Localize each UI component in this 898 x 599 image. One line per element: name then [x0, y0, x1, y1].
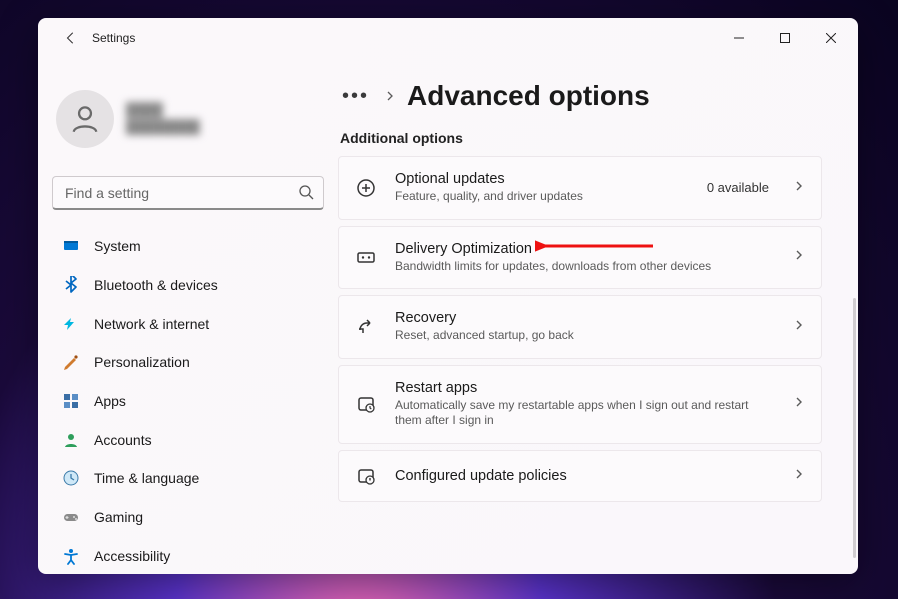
sidebar-item-accessibility[interactable]: Accessibility: [52, 537, 324, 574]
card-text: Restart apps Automatically save my resta…: [395, 380, 775, 429]
minimize-icon: [734, 33, 744, 43]
sidebar-item-time-language[interactable]: Time & language: [52, 460, 324, 497]
sidebar-item-bluetooth-devices[interactable]: Bluetooth & devices: [52, 267, 324, 304]
wifi-icon: [62, 315, 80, 333]
sidebar-item-label: System: [94, 238, 141, 254]
card-configured-update-policies[interactable]: Configured update policies: [338, 450, 822, 502]
back-button[interactable]: [56, 23, 86, 53]
chevron-right-icon: [385, 91, 395, 101]
maximize-icon: [780, 33, 790, 43]
apps-icon: [62, 392, 80, 410]
chevron-right-icon: [793, 179, 805, 197]
pluscircle-icon: [355, 177, 377, 199]
sidebar: ████ ████████ System Bluetooth & devices N…: [38, 58, 338, 574]
card-text: Recovery Reset, advanced startup, go bac…: [395, 310, 775, 344]
brush-icon: [62, 353, 80, 371]
profile-block[interactable]: ████ ████████: [52, 80, 324, 166]
search-wrap: [52, 176, 324, 210]
nav-list: System Bluetooth & devices Network & inter…: [52, 228, 324, 574]
restart-icon: [355, 393, 377, 415]
close-button[interactable]: [808, 23, 854, 53]
card-right-text: 0 available: [707, 180, 769, 195]
sidebar-item-system[interactable]: System: [52, 228, 324, 265]
sidebar-item-label: Accessibility: [94, 548, 170, 564]
profile-email: ████████: [126, 119, 200, 136]
person-icon: [68, 102, 102, 136]
card-title: Optional updates: [395, 171, 689, 187]
card-delivery-optimization[interactable]: Delivery Optimization Bandwidth limits f…: [338, 226, 822, 290]
section-heading: Additional options: [340, 130, 822, 146]
clock-icon: [62, 469, 80, 487]
chevron-right-icon: [793, 395, 805, 413]
card-title: Recovery: [395, 310, 775, 326]
person-icon: [62, 431, 80, 449]
titlebar: Settings: [38, 18, 858, 58]
card-subtitle: Automatically save my restartable apps w…: [395, 398, 775, 429]
breadcrumb: ••• Advanced options: [338, 80, 822, 112]
card-optional-updates[interactable]: Optional updates Feature, quality, and d…: [338, 156, 822, 220]
search-icon: [298, 184, 314, 205]
avatar: [56, 90, 114, 148]
gamepad-icon: [62, 508, 80, 526]
sidebar-item-label: Personalization: [94, 354, 190, 370]
maximize-button[interactable]: [762, 23, 808, 53]
sidebar-item-label: Time & language: [94, 470, 199, 486]
sidebar-item-personalization[interactable]: Personalization: [52, 344, 324, 381]
window-controls: [716, 23, 854, 53]
card-title: Restart apps: [395, 380, 775, 396]
card-subtitle: Reset, advanced startup, go back: [395, 328, 775, 344]
sidebar-item-label: Network & internet: [94, 316, 209, 332]
sidebar-item-label: Gaming: [94, 509, 143, 525]
sidebar-item-accounts[interactable]: Accounts: [52, 421, 324, 458]
sidebar-item-gaming[interactable]: Gaming: [52, 499, 324, 536]
sidebar-item-label: Accounts: [94, 432, 152, 448]
settings-window: Settings ████ ████████: [38, 18, 858, 574]
card-title: Configured update policies: [395, 468, 775, 484]
profile-name: ████: [126, 102, 200, 119]
back-icon: [64, 31, 78, 45]
card-text: Delivery Optimization Bandwidth limits f…: [395, 241, 775, 275]
window-title: Settings: [92, 31, 135, 45]
card-recovery[interactable]: Recovery Reset, advanced startup, go bac…: [338, 295, 822, 359]
chevron-right-icon: [793, 467, 805, 485]
card-subtitle: Bandwidth limits for updates, downloads …: [395, 259, 775, 275]
chevron-right-icon: [793, 318, 805, 336]
search-input[interactable]: [52, 176, 324, 210]
bluetooth-icon: [62, 276, 80, 294]
card-text: Configured update policies: [395, 468, 775, 484]
sidebar-item-label: Bluetooth & devices: [94, 277, 218, 293]
policies-icon: [355, 465, 377, 487]
recovery-icon: [355, 316, 377, 338]
page-title: Advanced options: [407, 80, 650, 112]
chevron-right-icon: [793, 248, 805, 266]
card-title: Delivery Optimization: [395, 241, 775, 257]
sidebar-item-network-internet[interactable]: Network & internet: [52, 305, 324, 342]
sidebar-item-apps[interactable]: Apps: [52, 383, 324, 420]
card-restart-apps[interactable]: Restart apps Automatically save my resta…: [338, 365, 822, 444]
main-content: ••• Advanced options Additional options …: [338, 58, 858, 574]
system-icon: [62, 237, 80, 255]
minimize-button[interactable]: [716, 23, 762, 53]
close-icon: [826, 33, 836, 43]
scrollbar[interactable]: [853, 298, 856, 558]
accessibility-icon: [62, 547, 80, 565]
delivery-icon: [355, 246, 377, 268]
card-subtitle: Feature, quality, and driver updates: [395, 189, 689, 205]
profile-text: ████ ████████: [126, 102, 200, 136]
card-list: Optional updates Feature, quality, and d…: [338, 156, 822, 522]
card-text: Optional updates Feature, quality, and d…: [395, 171, 689, 205]
breadcrumb-ellipsis[interactable]: •••: [338, 85, 373, 108]
sidebar-item-label: Apps: [94, 393, 126, 409]
